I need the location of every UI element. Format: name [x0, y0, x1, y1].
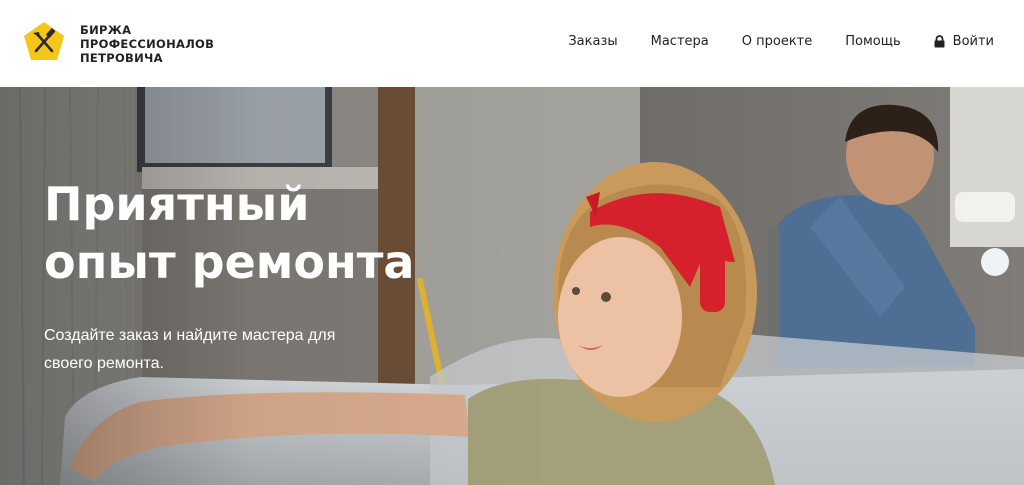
logo-line-3: ПЕТРОВИЧА — [80, 51, 163, 65]
hero-subtitle: Создайте заказ и найдите мастера для сво… — [44, 327, 336, 372]
nav-orders-link[interactable]: Заказы — [568, 34, 617, 49]
logo-line-2: ПРОФЕССИОНАЛОВ — [80, 37, 215, 51]
nav-help-link[interactable]: Помощь — [845, 34, 900, 49]
hero-banner: Приятный опыт ремонта Создайте заказ и н… — [0, 87, 1024, 485]
login-label: Войти — [952, 34, 994, 49]
hero-title-line-1: Приятный — [44, 177, 310, 231]
login-link[interactable]: Войти — [934, 34, 994, 49]
nav-about-link[interactable]: О проекте — [742, 34, 813, 49]
nav-about-label: О проекте — [741, 34, 813, 49]
lock-icon — [934, 35, 945, 48]
logo-text[interactable]: БИРЖА ПРОФЕССИОНАЛОВ ПЕТРОВИЧА — [80, 23, 214, 65]
hero-title: Приятный опыт ремонта — [44, 175, 464, 291]
logo-line-1: БИРЖА — [80, 23, 132, 37]
nav-help-label: Помощь — [845, 34, 901, 49]
nav-masters-label: Мастера — [650, 34, 709, 49]
nav-masters-link[interactable]: Мастера — [651, 34, 709, 49]
top-header: БИРЖА ПРОФЕССИОНАЛОВ ПЕТРОВИЧА Заказы Ма… — [0, 0, 1024, 87]
logo-icon[interactable] — [22, 20, 66, 64]
main-nav: Заказы Мастера О проекте Помощь Войти — [535, 34, 994, 49]
hero-title-line-2: опыт ремонта — [44, 235, 415, 289]
nav-orders-label: Заказы — [568, 34, 618, 49]
